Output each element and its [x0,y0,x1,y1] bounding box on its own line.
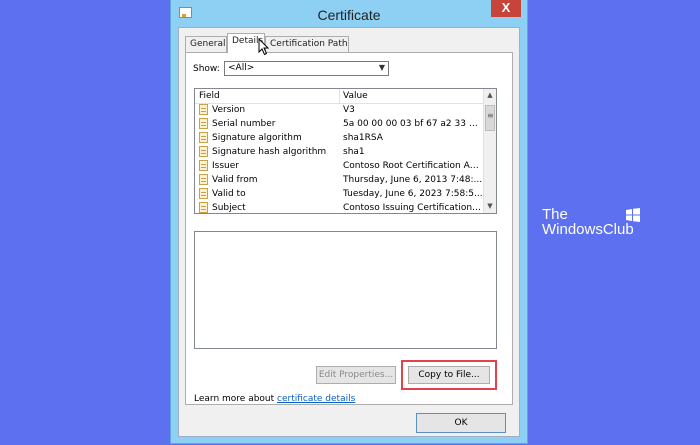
field-value: Tuesday, June 6, 2023 7:58:5... [343,189,483,199]
field-value: Thursday, June 6, 2013 7:48:... [343,175,483,185]
windows-logo-icon [626,208,640,222]
details-panel: Show: <All> ▼ Field Value Version V3 Ser… [185,52,513,405]
certificate-field-icon [199,174,208,185]
certificate-field-icon [199,202,208,213]
title-bar: Certificate X [171,0,527,27]
field-value: Contoso Issuing Certification ... [343,203,483,213]
column-divider[interactable] [339,89,340,103]
column-header-field[interactable]: Field [199,91,220,101]
ok-button[interactable]: OK [416,413,506,433]
field-name: Issuer [212,161,239,171]
field-name: Signature algorithm [212,133,302,143]
list-item-valid-to[interactable]: Valid to Tuesday, June 6, 2023 7:58:5... [195,187,485,201]
window-title: Certificate [317,7,381,23]
list-item-subject[interactable]: Subject Contoso Issuing Certification ..… [195,201,485,213]
mouse-cursor-icon [258,38,270,56]
field-value: Contoso Root Certification Aut... [343,161,483,171]
field-name: Version [212,105,246,115]
dialog-client-area: General Details Certification Path Show:… [178,27,520,437]
field-name: Valid from [212,175,258,185]
list-header: Field Value [195,89,485,104]
column-header-value[interactable]: Value [343,91,368,101]
field-name: Valid to [212,189,246,199]
certificate-field-icon [199,160,208,171]
field-value: sha1RSA [343,133,383,143]
certificate-details-link[interactable]: certificate details [277,394,355,404]
watermark-logo: The WindowsClub [540,206,650,240]
list-item-serial-number[interactable]: Serial number 5a 00 00 00 03 bf 67 a2 33… [195,117,485,131]
show-dropdown-value: <All> [228,63,255,73]
tab-certification-path[interactable]: Certification Path [265,36,349,52]
certificate-field-icon [199,188,208,199]
vertical-scrollbar[interactable]: ▲ ▼ [483,89,496,213]
field-detail-textbox[interactable] [194,231,497,349]
show-dropdown[interactable]: <All> ▼ [224,61,389,76]
watermark-line2: WindowsClub [542,221,634,238]
scroll-up-icon[interactable]: ▲ [484,89,496,102]
field-value: sha1 [343,147,365,157]
certificate-field-icon [199,132,208,143]
certificate-window: Certificate X General Details Certificat… [170,0,528,444]
edit-properties-button[interactable]: Edit Properties... [316,366,396,384]
tab-general[interactable]: General [185,36,227,52]
field-name: Subject [212,203,246,213]
fields-list[interactable]: Field Value Version V3 Serial number 5a … [194,88,497,214]
certificate-field-icon [199,118,208,129]
certificate-field-icon [199,104,208,115]
field-name: Signature hash algorithm [212,147,327,157]
learn-more-text: Learn more about certificate details [194,394,355,404]
field-name: Serial number [212,119,276,129]
learn-more-prefix: Learn more about [194,394,278,404]
highlight-annotation [401,360,497,390]
chevron-down-icon: ▼ [378,63,385,72]
field-value: 5a 00 00 00 03 bf 67 a2 33 35... [343,119,483,129]
field-value: V3 [343,105,355,115]
list-item-version[interactable]: Version V3 [195,103,485,117]
list-item-issuer[interactable]: Issuer Contoso Root Certification Aut... [195,159,485,173]
close-button[interactable]: X [491,0,521,17]
certificate-field-icon [199,146,208,157]
list-item-signature-hash-algorithm[interactable]: Signature hash algorithm sha1 [195,145,485,159]
show-label: Show: [193,64,220,74]
scroll-down-icon[interactable]: ▼ [484,200,496,213]
list-item-valid-from[interactable]: Valid from Thursday, June 6, 2013 7:48:.… [195,173,485,187]
list-item-signature-algorithm[interactable]: Signature algorithm sha1RSA [195,131,485,145]
scrollbar-thumb[interactable] [485,105,495,131]
